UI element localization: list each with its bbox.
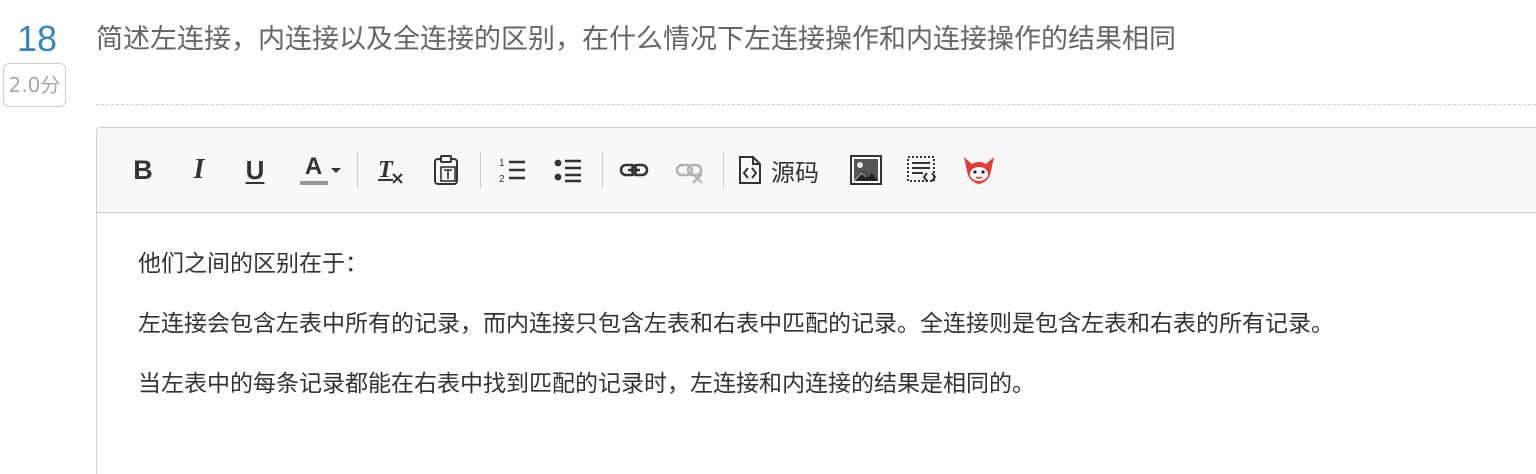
link-button[interactable]: [617, 150, 651, 190]
paste-text-button[interactable]: [429, 150, 463, 190]
dashed-divider: [96, 104, 1536, 105]
toolbar-separator: [357, 152, 358, 188]
editor-toolbar: B I U A T 1 2 源码: [97, 128, 1536, 213]
answer-paragraph: 他们之间的区别在于：: [138, 251, 368, 277]
source-code-label: 源码: [771, 158, 819, 187]
question-number: 18: [16, 18, 58, 59]
italic-icon: I: [193, 154, 205, 185]
toolbar-separator: [480, 152, 481, 188]
template-icon: [907, 156, 937, 182]
question-page: 18 2.0分 简述左连接，内连接以及全连接的区别，在什么情况下左连接操作和内连…: [0, 0, 1536, 474]
underline-button[interactable]: U: [239, 150, 271, 190]
source-code-icon: [739, 156, 761, 184]
unlink-icon: [675, 163, 703, 184]
chevron-down-icon: [330, 167, 341, 173]
paste-text-icon: [434, 155, 458, 185]
bold-button[interactable]: B: [127, 150, 159, 190]
question-score-badge: 2.0分: [3, 63, 66, 107]
template-button[interactable]: [905, 150, 939, 190]
answer-paragraph: 左连接会包含左表中所有的记录，而内连接只包含左表和右表中匹配的记录。全连接则是包…: [138, 311, 1334, 337]
question-title: 简述左连接，内连接以及全连接的区别，在什么情况下左连接操作和内连接操作的结果相同: [96, 24, 1176, 55]
toolbar-separator: [723, 152, 724, 188]
link-icon: [619, 163, 649, 177]
plugin-button[interactable]: [961, 150, 997, 190]
answer-paragraph: 当左表中的每条记录都能在右表中找到匹配的记录时，左连接和内连接的结果是相同的。: [138, 371, 1035, 397]
underline-icon: U: [245, 154, 265, 185]
rich-text-editor[interactable]: B I U A T 1 2 源码 他们之间的区别在于： 左连接会包含左表中所有的…: [96, 127, 1536, 474]
svg-text:2: 2: [499, 174, 505, 185]
toolbar-separator: [602, 152, 603, 188]
ordered-list-icon: 1 2: [499, 158, 525, 185]
source-code-button[interactable]: 源码: [737, 150, 837, 190]
unordered-list-button[interactable]: [551, 150, 585, 190]
plugin-icon: [964, 157, 994, 184]
editor-content[interactable]: 他们之间的区别在于： 左连接会包含左表中所有的记录，而内连接只包含左表和右表中匹…: [97, 213, 1536, 401]
remove-format-button[interactable]: T: [373, 150, 407, 190]
svg-text:1: 1: [499, 158, 505, 169]
image-button[interactable]: [849, 150, 883, 190]
remove-format-icon: T: [378, 157, 403, 184]
italic-button[interactable]: I: [183, 150, 215, 190]
image-icon: [850, 155, 882, 185]
unlink-button[interactable]: [673, 150, 707, 190]
font-color-icon: A: [299, 155, 328, 185]
font-color-button[interactable]: A: [295, 150, 345, 190]
ordered-list-button[interactable]: 1 2: [495, 150, 529, 190]
unordered-list-icon: [554, 159, 581, 183]
bold-icon: B: [133, 154, 153, 185]
